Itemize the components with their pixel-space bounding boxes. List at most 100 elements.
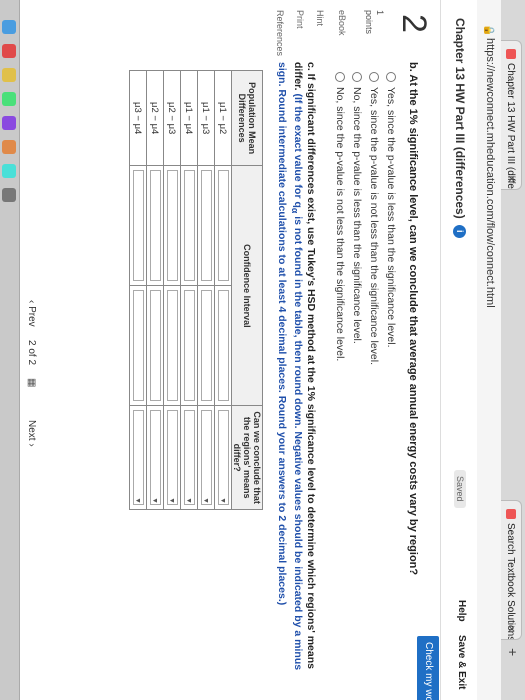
conclusion-dropdown[interactable]: ▼ bbox=[217, 410, 229, 505]
page-current: 2 bbox=[26, 340, 37, 346]
conclusion-select[interactable]: ▼ bbox=[180, 405, 198, 510]
ebook-link[interactable]: eBook bbox=[337, 10, 347, 36]
chegg-favicon-icon bbox=[505, 509, 516, 519]
ci-upper-field[interactable] bbox=[132, 290, 144, 402]
references-link[interactable]: References bbox=[275, 10, 285, 56]
chrome-icon[interactable] bbox=[2, 44, 16, 58]
rotated-viewport: Chapter 13 HW Part III (differen ✕ Searc… bbox=[0, 0, 525, 700]
ci-lower-input[interactable] bbox=[214, 165, 232, 286]
saved-badge: Saved bbox=[454, 470, 466, 508]
page-header: Chapter 13 HW Part III (differences) i Sa… bbox=[440, 0, 477, 700]
ci-lower-input[interactable] bbox=[180, 165, 198, 286]
ci-upper-field[interactable] bbox=[166, 290, 178, 402]
conclusion-dropdown[interactable]: ▼ bbox=[149, 410, 161, 505]
conclusion-select[interactable]: ▼ bbox=[129, 405, 147, 510]
column-header-interval: Confidence Interval bbox=[231, 165, 263, 406]
row-label: μ1 − μ2 bbox=[214, 70, 232, 166]
conclusion-dropdown[interactable]: ▼ bbox=[200, 410, 212, 505]
ci-upper-input[interactable] bbox=[163, 285, 181, 406]
photos-icon[interactable] bbox=[2, 140, 16, 154]
ci-lower-input[interactable] bbox=[146, 165, 164, 286]
conclusion-dropdown[interactable]: ▼ bbox=[183, 410, 195, 505]
conclusion-select[interactable]: ▼ bbox=[146, 405, 164, 510]
new-tab-button[interactable]: + bbox=[505, 648, 521, 656]
ci-lower-input[interactable] bbox=[197, 165, 215, 286]
facetime-icon[interactable] bbox=[2, 164, 16, 178]
page-total: 2 bbox=[26, 359, 37, 366]
check-my-work-button[interactable]: Check my work bbox=[417, 636, 439, 700]
tab-chapter-13[interactable]: Chapter 13 HW Part III (differen ✕ bbox=[501, 40, 522, 190]
address-bar[interactable]: 🔒 https://newconnect.mheducation.com/flo… bbox=[476, 0, 501, 700]
ci-upper-field[interactable] bbox=[217, 290, 229, 402]
tab-search-textbook[interactable]: Search Textbook Solutions | C ✕ bbox=[501, 500, 522, 640]
ci-upper-input[interactable] bbox=[197, 285, 215, 406]
ci-lower-field[interactable] bbox=[132, 170, 144, 282]
row-label: μ1 − μ4 bbox=[180, 70, 198, 166]
tukey-table: Population Mean Differences Confidence I… bbox=[129, 70, 263, 510]
ci-lower-field[interactable] bbox=[149, 170, 161, 282]
tab-label: Chapter 13 HW Part III (differen bbox=[505, 63, 516, 190]
question-number: 2 bbox=[395, 14, 433, 33]
chevron-down-icon: ▼ bbox=[133, 497, 141, 504]
answer-option[interactable]: No, since the p-value is not less than t… bbox=[334, 72, 346, 361]
ci-upper-input[interactable] bbox=[129, 285, 147, 406]
table-row: μ2 − μ3 ▼ bbox=[163, 70, 181, 510]
print-link[interactable]: Print bbox=[295, 10, 305, 29]
radio-button[interactable] bbox=[334, 72, 345, 82]
answer-option[interactable]: No, since the p-value is less than the s… bbox=[351, 72, 363, 344]
part-c-instructions: c. If significant differences exist, use… bbox=[275, 62, 317, 692]
ci-lower-input[interactable] bbox=[129, 165, 147, 286]
ci-lower-field[interactable] bbox=[166, 170, 178, 282]
points-label: points bbox=[364, 10, 374, 35]
next-button[interactable]: Next › bbox=[26, 420, 37, 447]
finder-icon[interactable] bbox=[2, 20, 16, 34]
column-header-conclusion: Can we conclude that the regions' means … bbox=[231, 405, 263, 510]
save-exit-button[interactable]: Save & Exit bbox=[456, 635, 467, 689]
help-link[interactable]: Help bbox=[456, 600, 467, 622]
info-icon[interactable]: i bbox=[452, 224, 466, 238]
messages-icon[interactable] bbox=[2, 92, 16, 106]
points-block: 1 points bbox=[363, 10, 385, 34]
conclusion-select[interactable]: ▼ bbox=[163, 405, 181, 510]
ci-lower-input[interactable] bbox=[163, 165, 181, 286]
radio-button[interactable] bbox=[368, 72, 379, 82]
ci-upper-field[interactable] bbox=[200, 290, 212, 402]
conclusion-select[interactable]: ▼ bbox=[214, 405, 232, 510]
close-tab-icon[interactable]: ✕ bbox=[501, 175, 521, 183]
ci-upper-input[interactable] bbox=[214, 285, 232, 406]
conclusion-select[interactable]: ▼ bbox=[197, 405, 215, 510]
column-header-differences: Population Mean Differences bbox=[231, 70, 263, 166]
answer-option[interactable]: Yes, since the p-value is less than the … bbox=[385, 72, 397, 348]
prev-label: Prev bbox=[26, 306, 37, 327]
table-row: μ1 − μ3 ▼ bbox=[197, 70, 215, 510]
answer-option[interactable]: Yes, since the p-value is not less than … bbox=[368, 72, 380, 365]
row-label: μ2 − μ3 bbox=[163, 70, 181, 166]
ci-lower-field[interactable] bbox=[200, 170, 212, 282]
conclusion-dropdown[interactable]: ▼ bbox=[166, 410, 178, 505]
close-tab-icon[interactable]: ✕ bbox=[501, 625, 521, 633]
prev-button[interactable]: ‹ Prev bbox=[26, 300, 37, 327]
option-label: Yes, since the p-value is less than the … bbox=[385, 87, 397, 348]
row-label: μ1 − μ3 bbox=[197, 70, 215, 166]
tab-strip: Chapter 13 HW Part III (differen ✕ Searc… bbox=[500, 0, 525, 700]
conclusion-dropdown[interactable]: ▼ bbox=[132, 410, 144, 505]
radio-button[interactable] bbox=[351, 72, 362, 82]
next-label: Next bbox=[26, 420, 37, 441]
notes-icon[interactable] bbox=[2, 68, 16, 82]
hint-link[interactable]: Hint bbox=[315, 10, 325, 26]
table-row: μ2 − μ4 ▼ bbox=[146, 70, 164, 510]
ci-lower-field[interactable] bbox=[217, 170, 229, 282]
ci-upper-input[interactable] bbox=[146, 285, 164, 406]
ci-lower-field[interactable] bbox=[183, 170, 195, 282]
table-row: μ3 − μ4 ▼ bbox=[129, 70, 147, 510]
table-row: μ1 − μ4 ▼ bbox=[180, 70, 198, 510]
ci-upper-field[interactable] bbox=[149, 290, 161, 402]
url-text[interactable]: https://newconnect.mheducation.com/flow/… bbox=[484, 38, 496, 308]
table-header-row: Population Mean Differences Confidence I… bbox=[231, 70, 263, 510]
radio-button[interactable] bbox=[385, 72, 396, 82]
itunes-icon[interactable] bbox=[2, 116, 16, 130]
settings-icon[interactable] bbox=[2, 188, 16, 202]
ci-upper-field[interactable] bbox=[183, 290, 195, 402]
grid-icon[interactable]: ▦ bbox=[26, 378, 37, 387]
ci-upper-input[interactable] bbox=[180, 285, 198, 406]
